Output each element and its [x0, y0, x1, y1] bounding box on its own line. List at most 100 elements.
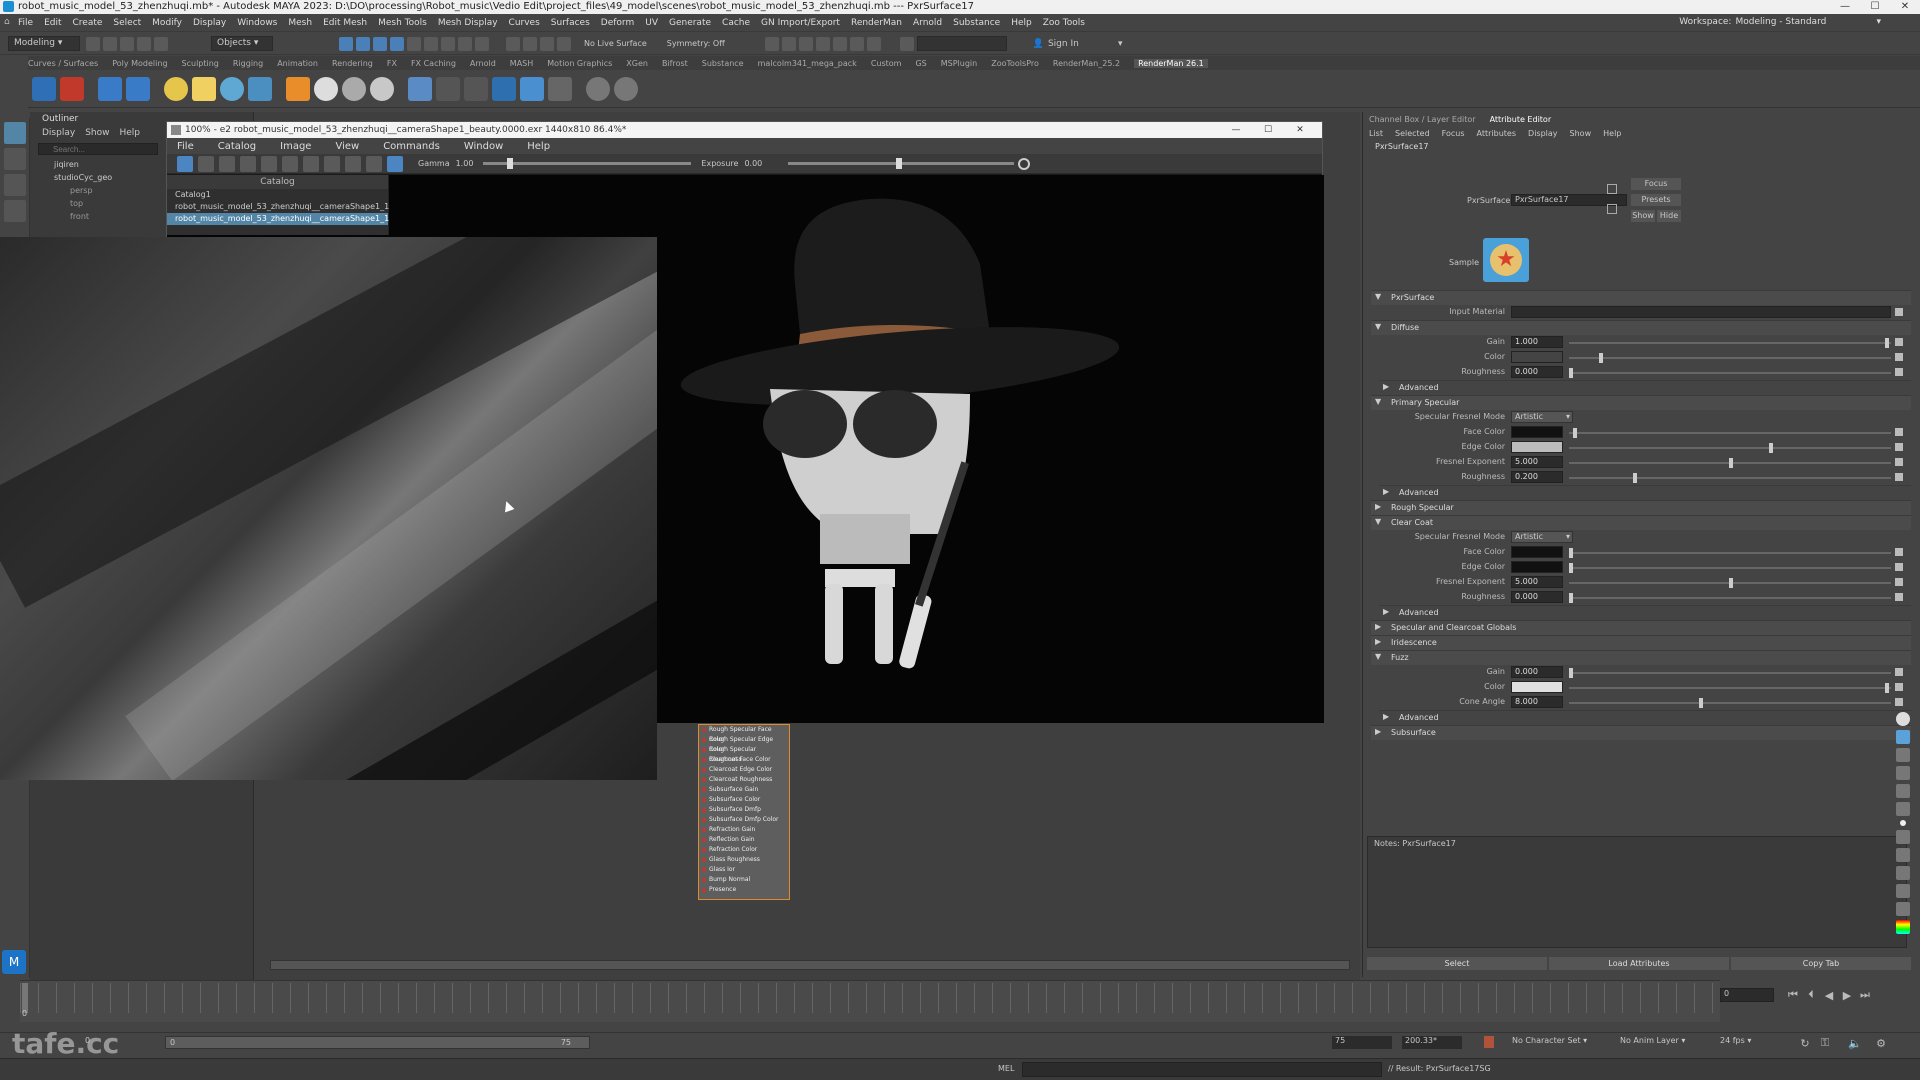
map-button-icon[interactable]: [1895, 308, 1903, 316]
menu-set-dropdown[interactable]: Modeling ▾: [8, 36, 80, 51]
rv-menu-commands[interactable]: Commands: [383, 141, 440, 152]
menu-edit-mesh[interactable]: Edit Mesh: [323, 18, 367, 28]
eraser-icon[interactable]: [1896, 802, 1910, 816]
go-to-start-icon[interactable]: ⏮: [1784, 986, 1802, 1004]
cc-fresnel-mode-dropdown[interactable]: Artistic ▾: [1511, 531, 1573, 543]
node-port[interactable]: Clearcoat Face Color: [699, 755, 789, 765]
lightbulb-icon[interactable]: [1896, 712, 1910, 726]
save-scene-icon[interactable]: [120, 36, 134, 51]
snap-point-icon[interactable]: [424, 36, 438, 51]
redo-icon[interactable]: [154, 36, 168, 51]
camera-icon[interactable]: [764, 36, 779, 51]
catalog-item[interactable]: robot_music_model_53_zhenzhuqi__cameraSh…: [167, 201, 389, 213]
fit-icon[interactable]: [219, 155, 235, 172]
fuzz-gain-slider[interactable]: [1569, 668, 1891, 678]
menu-mesh-display[interactable]: Mesh Display: [438, 18, 498, 28]
rv-menu-file[interactable]: File: [177, 141, 194, 152]
fuzz-gain-field[interactable]: 0.000: [1511, 666, 1563, 678]
time-slider[interactable]: 0: [20, 980, 1720, 1022]
map-button-icon[interactable]: [1895, 338, 1903, 346]
clipboard-icon[interactable]: [1896, 902, 1910, 916]
tab-channel-box[interactable]: Channel Box / Layer Editor: [1369, 115, 1476, 124]
menu-uv[interactable]: UV: [645, 18, 658, 28]
home-icon[interactable]: ⌂: [4, 17, 10, 27]
primary-edge-color-slider[interactable]: [1569, 443, 1891, 453]
crosshair-icon[interactable]: [345, 155, 361, 172]
map-button-icon[interactable]: [1895, 458, 1903, 466]
cc-roughness-slider[interactable]: [1569, 593, 1891, 603]
cc-fresnel-exp-field[interactable]: 5.000: [1511, 576, 1563, 588]
section-advanced[interactable]: ▶ Advanced: [1379, 605, 1911, 620]
light-dome-icon[interactable]: [192, 76, 216, 101]
rv-minimize-button[interactable]: —: [1220, 122, 1252, 138]
pxr-surface-icon[interactable]: [286, 76, 310, 101]
show-button[interactable]: Show: [1631, 210, 1655, 222]
sign-in-button[interactable]: 👤 Sign In ▾: [1033, 39, 1123, 49]
rv-menu-view[interactable]: View: [335, 141, 359, 152]
select-tool-icon[interactable]: [4, 122, 26, 144]
symmetry-label[interactable]: Symmetry: Off: [667, 39, 725, 48]
move-tool-icon[interactable]: [4, 200, 26, 222]
menu-surfaces[interactable]: Surfaces: [551, 18, 590, 28]
section-advanced[interactable]: ▶ Advanced: [1379, 710, 1911, 725]
menu-renderman[interactable]: RenderMan: [851, 18, 902, 28]
node-port[interactable]: Glass Ior: [699, 865, 789, 875]
exposure-reset-button[interactable]: [1018, 157, 1031, 170]
cc-face-color-slider[interactable]: [1569, 548, 1891, 558]
color-picker-icon[interactable]: [366, 155, 382, 172]
rv-menu-image[interactable]: Image: [280, 141, 311, 152]
range-end-field[interactable]: 75: [1332, 1036, 1392, 1049]
auto-key-icon[interactable]: [1484, 1036, 1494, 1048]
shelf-tab-active[interactable]: RenderMan 26.1: [1134, 58, 1208, 68]
shelf-tab[interactable]: Motion Graphics: [547, 59, 612, 68]
focus-button[interactable]: Focus: [1631, 178, 1681, 190]
dot-icon[interactable]: [1900, 820, 1906, 826]
frame-icon[interactable]: [240, 155, 256, 172]
map-button-icon[interactable]: [1895, 443, 1903, 451]
ae-menu-list[interactable]: List: [1369, 129, 1383, 138]
node-port[interactable]: Subsurface Color: [699, 795, 789, 805]
history-icon[interactable]: [506, 36, 520, 51]
snapshot-icon[interactable]: [324, 155, 340, 172]
select-by-object-icon[interactable]: [356, 36, 370, 51]
one-to-one-icon[interactable]: [282, 155, 298, 172]
primary-face-color-slider[interactable]: [1569, 428, 1891, 438]
lock-icon[interactable]: [458, 36, 472, 51]
menu-help[interactable]: Help: [1011, 18, 1032, 28]
shelf-tab[interactable]: malcolm341_mega_pack: [758, 59, 857, 68]
fuzz-cone-angle-field[interactable]: 8.000: [1511, 696, 1563, 708]
map-button-icon[interactable]: [1895, 578, 1903, 586]
lasso-tool-icon[interactable]: [4, 148, 26, 170]
material-sphere-icon[interactable]: [314, 76, 338, 101]
node-port[interactable]: Rough Specular Roughness: [699, 745, 789, 763]
fuzz-cone-angle-slider[interactable]: [1569, 698, 1891, 708]
cc-face-color-swatch[interactable]: [1511, 546, 1563, 558]
menu-mesh-tools[interactable]: Mesh Tools: [378, 18, 427, 28]
gamma-slider-knob[interactable]: [507, 158, 514, 169]
menu-mesh[interactable]: Mesh: [288, 18, 312, 28]
ae-menu-selected[interactable]: Selected: [1395, 129, 1430, 138]
menu-gn-import-export[interactable]: GN Import/Export: [761, 18, 840, 28]
rv-close-button[interactable]: ✕: [1284, 122, 1316, 138]
section-diffuse[interactable]: ▼ Diffuse: [1371, 320, 1911, 335]
section-primary-specular[interactable]: ▼ Primary Specular: [1371, 395, 1911, 410]
map-button-icon[interactable]: [1895, 473, 1903, 481]
menu-create[interactable]: Create: [73, 18, 103, 28]
map-button-icon[interactable]: [1895, 593, 1903, 601]
eye-icon[interactable]: [1896, 730, 1910, 744]
gamma-slider[interactable]: [483, 158, 692, 169]
command-input[interactable]: [1022, 1062, 1382, 1077]
catalog-item-selected[interactable]: robot_music_model_53_zhenzhuqi__cameraSh…: [167, 213, 389, 225]
select-by-component-icon[interactable]: [373, 36, 387, 51]
map-button-icon[interactable]: [1895, 698, 1903, 706]
shelf-tab[interactable]: MASH: [510, 59, 533, 68]
node-port[interactable]: Subsurface Gain: [699, 785, 789, 795]
undo-icon[interactable]: [137, 36, 151, 51]
selection-mode-dropdown[interactable]: Objects ▾: [211, 36, 273, 51]
stats-icon[interactable]: [520, 76, 544, 101]
menu-cache[interactable]: Cache: [722, 18, 750, 28]
ae-node-tab[interactable]: PxrSurface17: [1363, 140, 1920, 154]
menu-select[interactable]: Select: [113, 18, 141, 28]
input-line-icon[interactable]: [899, 36, 914, 51]
key-icon[interactable]: ⚿: [1816, 1034, 1834, 1052]
